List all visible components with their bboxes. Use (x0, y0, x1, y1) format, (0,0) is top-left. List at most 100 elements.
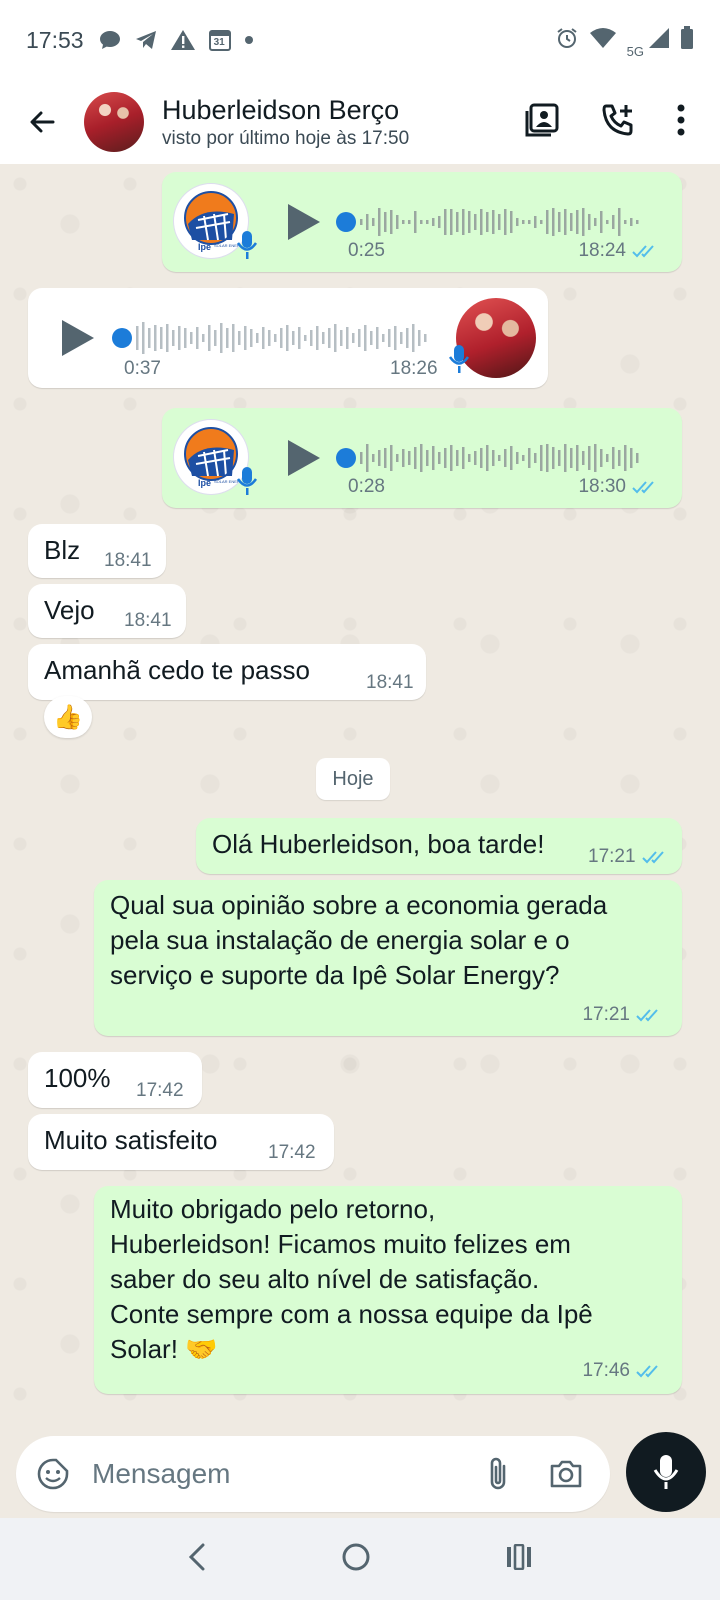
message-outgoing: Muito obrigado pelo retorno, Huberleidso… (94, 1186, 682, 1394)
logo-text: Ipê (198, 242, 212, 252)
waveform[interactable] (134, 318, 434, 358)
message-meta: 18:24 (578, 240, 658, 262)
chat-area[interactable]: Ipê SOLAR ENERGY 0:25 18:24 0:37 18:26 I… (0, 164, 720, 1430)
telegram-icon (134, 29, 158, 51)
message-incoming: Vejo 18:41 (28, 584, 186, 638)
voice-record-button[interactable] (626, 1432, 706, 1512)
status-time: 17:53 (26, 26, 84, 53)
voice-duration: 0:28 (348, 476, 385, 497)
network-type: 5G (626, 43, 644, 59)
back-arrow-icon[interactable] (22, 102, 62, 142)
message-text: Muito satisfeito (44, 1125, 218, 1155)
add-call-icon[interactable] (600, 102, 636, 143)
contact-avatar[interactable] (84, 92, 144, 152)
read-ticks-icon (632, 479, 658, 495)
camera-icon[interactable] (548, 1458, 584, 1490)
mic-badge-icon (236, 231, 258, 259)
message-time: 18:41 (104, 550, 152, 571)
message-text: Blz (44, 535, 81, 565)
read-ticks-icon (636, 1007, 662, 1023)
system-nav-bar (0, 1518, 720, 1600)
message-text: Vejo (44, 595, 95, 625)
nav-home-icon[interactable] (341, 1542, 371, 1577)
message-text: Olá Huberleidson, boa tarde! (212, 829, 545, 859)
message-incoming: 100% 17:42 (28, 1052, 202, 1108)
wifi-icon (589, 27, 617, 54)
logo-text: Ipê (198, 478, 212, 488)
voice-message-incoming: 0:37 18:26 (28, 288, 548, 388)
voice-duration: 0:37 (124, 358, 161, 379)
chat-header: Huberleidson Berço visto por último hoje… (0, 80, 720, 164)
contact-info[interactable]: Huberleidson Berço visto por último hoje… (162, 94, 524, 150)
more-vert-icon[interactable] (676, 104, 686, 141)
battery-icon (680, 25, 694, 55)
nav-recents-icon[interactable] (505, 1543, 533, 1575)
message-time: 17:42 (268, 1142, 316, 1163)
message-meta: 18:26 (390, 358, 438, 380)
last-seen-status: visto por último hoje às 17:50 (162, 128, 410, 149)
message-line: Solar! 🤝 (110, 1334, 218, 1364)
message-time: 18:41 (366, 672, 414, 693)
calendar-icon: 31 (208, 28, 232, 52)
voice-message-outgoing: Ipê SOLAR ENERGY 0:25 18:24 (162, 172, 682, 272)
message-line: pela sua instalação de energia solar e o (110, 925, 570, 955)
message-line: saber do seu alto nível de satisfação. (110, 1264, 540, 1294)
playback-position-dot[interactable] (336, 448, 356, 468)
read-ticks-icon (632, 243, 658, 259)
voice-duration: 0:25 (348, 240, 385, 261)
message-meta: 17:46 (582, 1360, 662, 1382)
message-incoming: Muito satisfeito 17:42 (28, 1114, 334, 1170)
mic-badge-icon (236, 467, 258, 495)
playback-position-dot[interactable] (336, 212, 356, 232)
play-icon[interactable] (286, 202, 322, 242)
message-time: 18:41 (124, 610, 172, 631)
reaction-badge[interactable]: 👍 (44, 696, 92, 738)
sticker-icon[interactable] (36, 1457, 70, 1491)
mic-icon (653, 1455, 679, 1489)
message-outgoing: Qual sua opinião sobre a economia gerada… (94, 880, 682, 1036)
message-time: 18:24 (578, 240, 626, 261)
message-time: 17:46 (582, 1360, 630, 1381)
play-icon[interactable] (286, 438, 322, 478)
message-line: Muito obrigado pelo retorno, (110, 1194, 436, 1224)
message-time: 18:26 (390, 358, 438, 379)
message-input-container: Mensagem (16, 1436, 610, 1512)
message-text: 100% (44, 1063, 111, 1093)
message-incoming: Blz 18:41 (28, 524, 166, 578)
message-time: 18:30 (578, 476, 626, 497)
mic-badge-icon (448, 345, 470, 373)
signal-icon (648, 27, 670, 54)
message-input[interactable]: Mensagem (92, 1458, 486, 1490)
contact-card-icon[interactable] (524, 102, 560, 143)
warning-icon (170, 29, 196, 51)
playback-position-dot[interactable] (112, 328, 132, 348)
message-meta: 18:30 (578, 476, 658, 498)
message-composer: Mensagem (0, 1432, 720, 1518)
dot-icon (244, 35, 254, 45)
attach-icon[interactable] (486, 1456, 510, 1492)
message-text: Amanhã cedo te passo (44, 655, 310, 685)
calendar-day: 31 (213, 37, 225, 48)
nav-back-icon[interactable] (187, 1543, 207, 1576)
read-ticks-icon (641, 849, 668, 865)
read-ticks-icon (636, 1363, 662, 1379)
voice-message-outgoing: Ipê SOLAR ENERGY 0:28 18:30 (162, 408, 682, 508)
waveform[interactable] (358, 202, 658, 242)
chat-bubble-icon (98, 29, 122, 51)
message-line: Huberleidson! Ficamos muito felizes em (110, 1229, 571, 1259)
message-meta: 17:21 (588, 846, 668, 868)
message-text: Muito obrigado pelo retorno, Huberleidso… (110, 1192, 593, 1367)
message-line: Conte sempre com a nossa equipe da Ipê (110, 1299, 593, 1329)
play-icon[interactable] (60, 318, 96, 358)
message-incoming: Amanhã cedo te passo 18:41 (28, 644, 426, 700)
message-text: Qual sua opinião sobre a economia gerada… (110, 888, 607, 993)
message-line: Qual sua opinião sobre a economia gerada (110, 890, 608, 920)
message-time: 17:21 (588, 846, 636, 867)
alarm-icon (555, 26, 579, 55)
message-time: 17:42 (136, 1080, 184, 1101)
date-divider: Hoje (316, 758, 390, 800)
status-bar: 17:53 31 5G (0, 0, 720, 80)
waveform[interactable] (358, 438, 658, 478)
message-outgoing: Olá Huberleidson, boa tarde! 17:21 (196, 818, 682, 874)
message-meta: 17:21 (582, 1004, 662, 1026)
